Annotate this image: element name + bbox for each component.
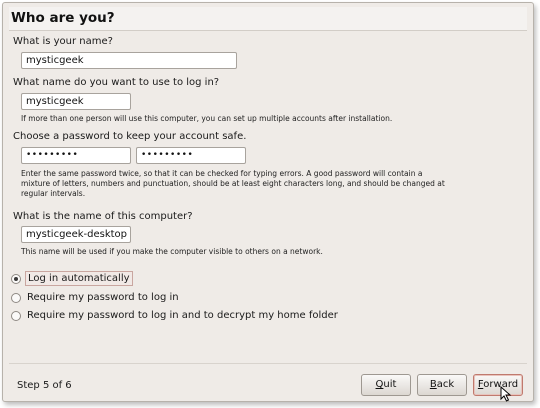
password-hint-line-2: mixture of letters, numbers and punctuat… [21, 179, 445, 188]
page-title: Who are you? [11, 10, 115, 26]
login-input[interactable]: mysticgeek [21, 93, 131, 110]
forward-button[interactable]: Forward [473, 374, 523, 396]
computer-name-label: What is the name of this computer? [13, 211, 193, 222]
footer-separator [9, 363, 527, 364]
password-hint-line-1: Enter the same password twice, so that i… [21, 169, 423, 178]
installer-window: Who are you? What is your name? mysticge… [2, 2, 534, 402]
back-label: ack [436, 379, 455, 390]
back-button[interactable]: Back [417, 374, 467, 396]
computer-name-hint: This name will be used if you make the c… [21, 247, 323, 256]
radio-selected-icon[interactable] [11, 273, 21, 284]
require-password-encrypt-label: Require my password to log in and to dec… [27, 310, 338, 321]
password-label: Choose a password to keep your account s… [13, 131, 247, 142]
password-hint-line-3: regular intervals. [21, 189, 86, 198]
page-header: Who are you? [9, 7, 527, 31]
mouse-pointer-icon [500, 386, 512, 402]
radio-unselected-icon[interactable] [11, 310, 21, 321]
computer-name-input[interactable]: mysticgeek-desktop [21, 226, 131, 243]
login-automatically-option[interactable]: Log in automatically [11, 271, 133, 286]
radio-unselected-icon[interactable] [11, 292, 21, 303]
require-password-label: Require my password to log in [27, 292, 179, 303]
password-confirm-input[interactable]: ••••••••• [136, 147, 246, 164]
quit-label: uit [383, 379, 397, 390]
password-input[interactable]: ••••••••• [21, 147, 131, 164]
step-indicator: Step 5 of 6 [17, 380, 72, 391]
back-mnemonic: B [429, 379, 437, 390]
quit-button[interactable]: Quit [361, 374, 411, 396]
name-input[interactable]: mysticgeek [21, 52, 237, 69]
login-hint: If more than one person will use this co… [21, 114, 393, 123]
login-automatically-label: Log in automatically [25, 271, 133, 286]
require-password-option[interactable]: Require my password to log in [11, 290, 181, 305]
login-label: What name do you want to use to log in? [13, 77, 220, 88]
require-password-encrypt-option[interactable]: Require my password to log in and to dec… [11, 308, 340, 323]
name-label: What is your name? [13, 36, 113, 47]
content-area: Who are you? What is your name? mysticge… [9, 7, 527, 363]
